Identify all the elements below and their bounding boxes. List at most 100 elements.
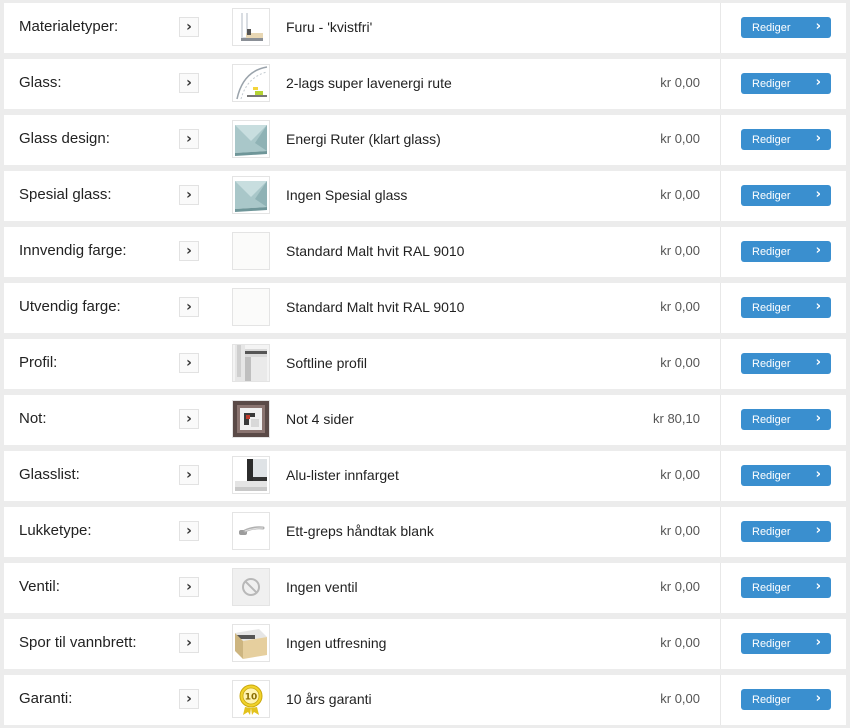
groove-frame-icon [232, 400, 270, 438]
divider [720, 675, 721, 725]
row-label: Glass design: [19, 130, 110, 147]
edit-button-label: Rediger [752, 637, 791, 650]
chevron-right-icon: › [815, 355, 821, 370]
white-swatch-icon [232, 232, 270, 270]
chevron-right-icon: › [815, 635, 821, 650]
expand-chevron-icon[interactable]: › [179, 465, 199, 485]
clear-glass-icon [232, 176, 270, 214]
divider [720, 115, 721, 165]
expand-chevron-icon[interactable]: › [179, 521, 199, 541]
row-value: Ingen utfresning [286, 635, 387, 651]
row-label: Innvendig farge: [19, 242, 127, 259]
edit-button[interactable]: Rediger › [741, 633, 831, 654]
row-label: Garanti: [19, 690, 73, 707]
expand-chevron-icon[interactable]: › [179, 577, 199, 597]
expand-chevron-icon[interactable]: › [179, 241, 199, 261]
chevron-right-icon: › [815, 75, 821, 90]
row-label: Glasslist: [19, 466, 80, 483]
row-label: Lukketype: [19, 522, 92, 539]
clear-glass-icon [232, 120, 270, 158]
glass-pane-icon [232, 64, 270, 102]
option-row-materialetyper: Materialetyper: › Furu - 'kvistfri' Redi… [4, 3, 846, 53]
option-row-innvendig-farge: Innvendig farge: › Standard Malt hvit RA… [4, 227, 846, 277]
edit-button-label: Rediger [752, 133, 791, 146]
edit-button[interactable]: Rediger › [741, 185, 831, 206]
chevron-right-icon: › [815, 411, 821, 426]
row-label: Profil: [19, 354, 58, 371]
chevron-right-icon: › [815, 579, 821, 594]
option-row-ventil: Ventil: › Ingen ventil kr 0,00 Rediger › [4, 563, 846, 613]
expand-chevron-icon[interactable]: › [179, 633, 199, 653]
row-value: Furu - 'kvistfri' [286, 19, 373, 35]
row-price: kr 0,00 [660, 579, 700, 594]
edit-button-label: Rediger [752, 245, 791, 258]
edit-button-label: Rediger [752, 413, 791, 426]
chevron-right-icon: › [815, 187, 821, 202]
row-label: Utvendig farge: [19, 298, 121, 315]
warranty-badge-text: 10 [245, 693, 258, 703]
row-price: kr 0,00 [660, 691, 700, 706]
edit-button[interactable]: Rediger › [741, 73, 831, 94]
divider [720, 507, 721, 557]
row-value: Standard Malt hvit RAL 9010 [286, 299, 465, 315]
divider [720, 171, 721, 221]
row-price: kr 0,00 [660, 635, 700, 650]
expand-chevron-icon[interactable]: › [179, 297, 199, 317]
row-value: Alu-lister innfarget [286, 467, 399, 483]
wood-window-frame-icon [232, 8, 270, 46]
option-row-glass: Glass: › 2-lags super lavenergi rute kr … [4, 59, 846, 109]
row-price: kr 0,00 [660, 467, 700, 482]
edit-button[interactable]: Rediger › [741, 465, 831, 486]
chevron-right-icon: › [815, 691, 821, 706]
divider [720, 339, 721, 389]
row-value: 10 års garanti [286, 691, 372, 707]
expand-chevron-icon[interactable]: › [179, 73, 199, 93]
option-row-not: Not: › Not 4 sider kr 80,10 Rediger › [4, 395, 846, 445]
expand-chevron-icon[interactable]: › [179, 689, 199, 709]
edit-button-label: Rediger [752, 581, 791, 594]
edit-button[interactable]: Rediger › [741, 129, 831, 150]
expand-chevron-icon[interactable]: › [179, 129, 199, 149]
row-price: kr 0,00 [660, 355, 700, 370]
option-row-glass-design: Glass design: › Energi Ruter (klart glas… [4, 115, 846, 165]
edit-button-label: Rediger [752, 301, 791, 314]
row-label: Spesial glass: [19, 186, 112, 203]
row-label: Ventil: [19, 578, 60, 595]
expand-chevron-icon[interactable]: › [179, 353, 199, 373]
divider [720, 563, 721, 613]
divider [720, 283, 721, 333]
option-row-spor-til-vannbrett: Spor til vannbrett: › Ingen utfresning k… [4, 619, 846, 669]
edit-button[interactable]: Rediger › [741, 521, 831, 542]
row-price: kr 0,00 [660, 299, 700, 314]
row-price: kr 0,00 [660, 523, 700, 538]
row-price: kr 0,00 [660, 75, 700, 90]
expand-chevron-icon[interactable]: › [179, 185, 199, 205]
edit-button[interactable]: Rediger › [741, 17, 831, 38]
no-vent-icon [232, 568, 270, 606]
divider [720, 619, 721, 669]
divider [720, 59, 721, 109]
expand-chevron-icon[interactable]: › [179, 409, 199, 429]
divider [720, 3, 721, 53]
sill-groove-icon [232, 624, 270, 662]
edit-button[interactable]: Rediger › [741, 409, 831, 430]
edit-button[interactable]: Rediger › [741, 353, 831, 374]
row-value: Ingen Spesial glass [286, 187, 408, 203]
edit-button[interactable]: Rediger › [741, 577, 831, 598]
row-value: Softline profil [286, 355, 367, 371]
row-value: Energi Ruter (klart glass) [286, 131, 441, 147]
divider [720, 451, 721, 501]
row-value: 2-lags super lavenergi rute [286, 75, 452, 91]
window-handle-icon [232, 512, 270, 550]
option-row-utvendig-farge: Utvendig farge: › Standard Malt hvit RAL… [4, 283, 846, 333]
profile-corner-icon [232, 344, 270, 382]
expand-chevron-icon[interactable]: › [179, 17, 199, 37]
row-value: Standard Malt hvit RAL 9010 [286, 243, 465, 259]
edit-button[interactable]: Rediger › [741, 689, 831, 710]
edit-button[interactable]: Rediger › [741, 241, 831, 262]
option-row-spesial-glass: Spesial glass: › Ingen Spesial glass kr … [4, 171, 846, 221]
edit-button-label: Rediger [752, 469, 791, 482]
edit-button[interactable]: Rediger › [741, 297, 831, 318]
chevron-right-icon: › [815, 243, 821, 258]
edit-button-label: Rediger [752, 357, 791, 370]
